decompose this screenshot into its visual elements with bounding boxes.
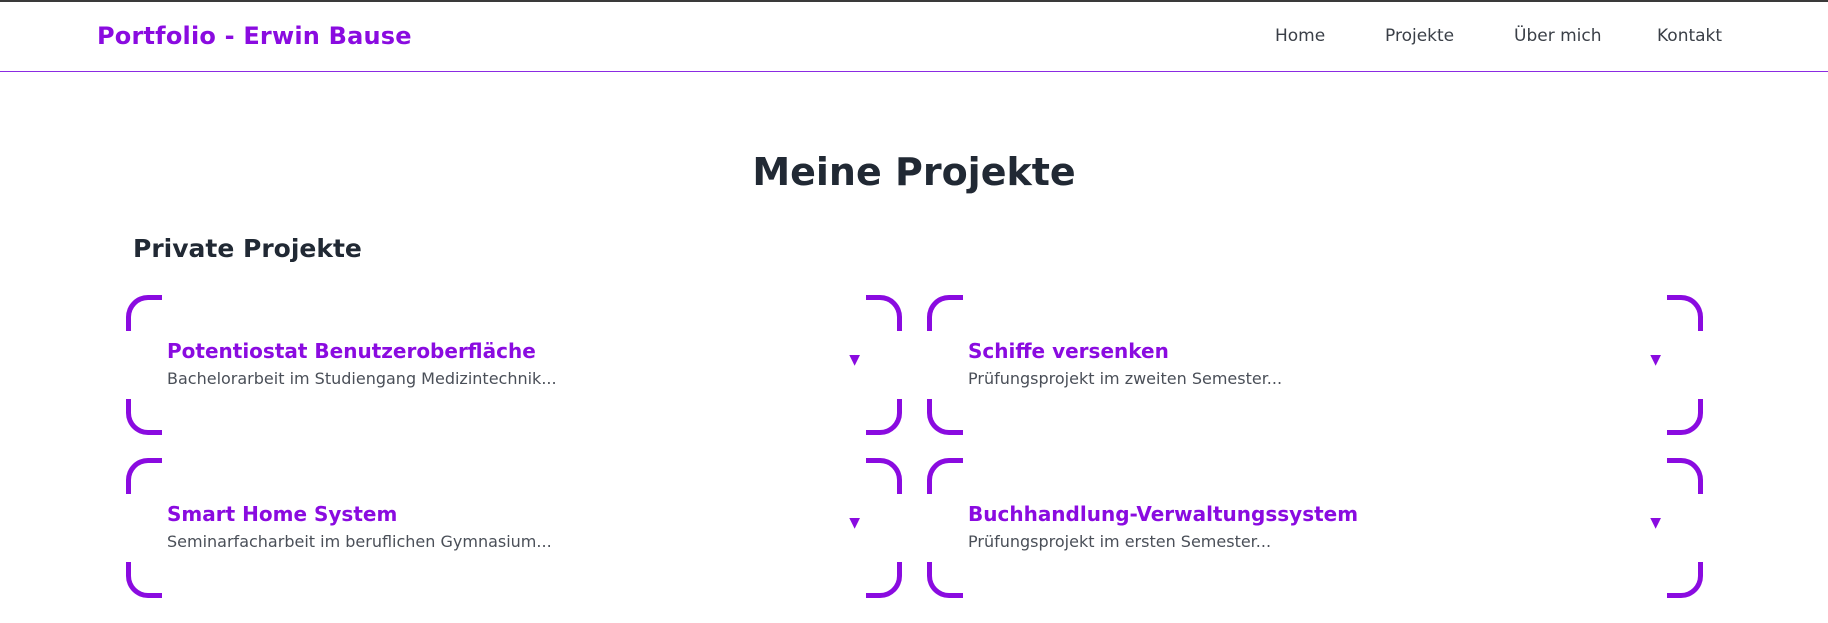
corner-bracket bbox=[126, 399, 162, 435]
project-card-buchhandlung[interactable]: Buchhandlung-Verwaltungssystem Prüfungsp… bbox=[927, 458, 1703, 598]
expand-arrow-icon[interactable]: ▼ bbox=[849, 352, 860, 368]
corner-bracket bbox=[1667, 399, 1703, 435]
project-description: Prüfungsprojekt im zweiten Semester... bbox=[968, 369, 1283, 388]
corner-bracket bbox=[126, 458, 162, 494]
corner-bracket bbox=[927, 295, 963, 331]
project-card-schiffe-versenken[interactable]: Schiffe versenken Prüfungsprojekt im zwe… bbox=[927, 295, 1703, 435]
corner-bracket bbox=[1667, 562, 1703, 598]
nav-ueber-mich[interactable]: Über mich bbox=[1514, 26, 1602, 46]
project-title: Smart Home System bbox=[167, 502, 398, 526]
expand-arrow-icon[interactable]: ▼ bbox=[849, 515, 860, 531]
section-title: Private Projekte bbox=[133, 234, 362, 263]
project-card-potentiostat[interactable]: Potentiostat Benutzeroberfläche Bachelor… bbox=[126, 295, 902, 435]
corner-bracket bbox=[866, 562, 902, 598]
project-description: Prüfungsprojekt im ersten Semester... bbox=[968, 532, 1272, 551]
project-card-smart-home[interactable]: Smart Home System Seminarfacharbeit im b… bbox=[126, 458, 902, 598]
corner-bracket bbox=[927, 458, 963, 494]
project-title: Potentiostat Benutzeroberfläche bbox=[167, 339, 536, 363]
corner-bracket bbox=[927, 399, 963, 435]
corner-bracket bbox=[126, 295, 162, 331]
expand-arrow-icon[interactable]: ▼ bbox=[1650, 515, 1661, 531]
nav-projekte[interactable]: Projekte bbox=[1385, 26, 1454, 46]
project-title: Schiffe versenken bbox=[968, 339, 1169, 363]
page-title: Meine Projekte bbox=[752, 150, 1076, 194]
main-nav: Home Projekte Über mich Kontakt bbox=[0, 26, 1828, 50]
nav-kontakt[interactable]: Kontakt bbox=[1657, 26, 1722, 46]
corner-bracket bbox=[1667, 458, 1703, 494]
corner-bracket bbox=[126, 562, 162, 598]
project-description: Seminarfacharbeit im beruflichen Gymnasi… bbox=[167, 532, 552, 551]
nav-home[interactable]: Home bbox=[1275, 26, 1325, 46]
corner-bracket bbox=[927, 562, 963, 598]
expand-arrow-icon[interactable]: ▼ bbox=[1650, 352, 1661, 368]
project-title: Buchhandlung-Verwaltungssystem bbox=[968, 502, 1359, 526]
corner-bracket bbox=[866, 295, 902, 331]
corner-bracket bbox=[866, 399, 902, 435]
corner-bracket bbox=[866, 458, 902, 494]
project-description: Bachelorarbeit im Studiengang Medizintec… bbox=[167, 369, 557, 388]
corner-bracket bbox=[1667, 295, 1703, 331]
site-header: Portfolio - Erwin Bause Home Projekte Üb… bbox=[0, 2, 1828, 72]
